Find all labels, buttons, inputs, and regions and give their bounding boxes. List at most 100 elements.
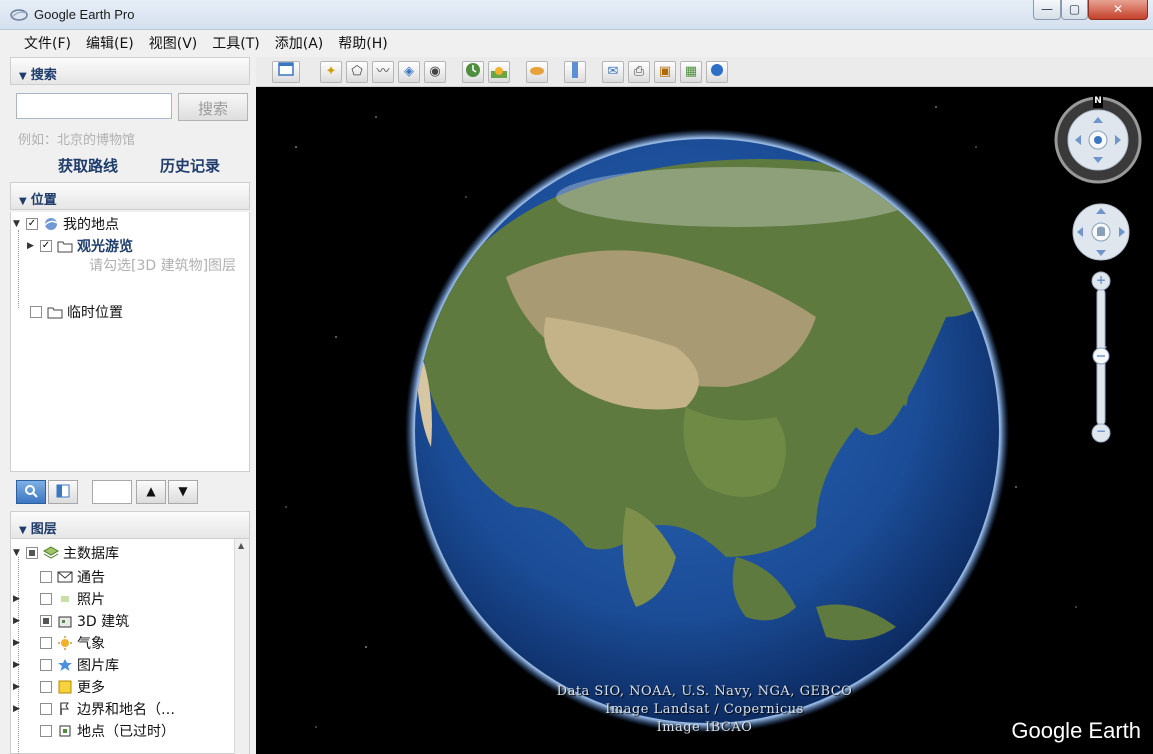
tree-row-sightseeing[interactable]: ▶ ✓ 观光游览 xyxy=(27,236,133,256)
add-polygon-button[interactable]: ⬠ xyxy=(346,61,368,83)
menu-help[interactable]: 帮助(H) xyxy=(334,33,398,53)
layer-row[interactable]: 地点（已过时） xyxy=(27,721,175,741)
checkbox-partial[interactable] xyxy=(26,547,38,559)
blank-field[interactable] xyxy=(92,480,132,504)
sunlight-button[interactable] xyxy=(488,61,510,83)
checkbox-partial[interactable] xyxy=(40,615,52,627)
add-image-overlay-button[interactable]: ◈ xyxy=(398,61,420,83)
expand-right-icon[interactable]: ▶ xyxy=(13,594,37,604)
earth-viewport[interactable]: Data SIO, NOAA, U.S. Navy, NGA, GEBCO Im… xyxy=(256,87,1153,754)
checkbox-unchecked[interactable] xyxy=(40,571,52,583)
checkbox-unchecked[interactable] xyxy=(40,725,52,737)
layer-row[interactable]: ▶ 3D 建筑 xyxy=(13,611,129,631)
scroll-up-icon[interactable]: ▲ xyxy=(238,541,244,550)
save-image-button[interactable]: ▣ xyxy=(654,61,676,83)
collapse-triangle-icon: ▼ xyxy=(19,71,27,82)
print-button[interactable]: ⎙ xyxy=(628,61,650,83)
database-layers-icon xyxy=(43,546,59,559)
zoom-out-button[interactable]: − xyxy=(1096,424,1106,438)
expand-down-icon[interactable]: ▼ xyxy=(13,219,23,229)
switch-planet-button[interactable] xyxy=(526,61,548,83)
checkbox-unchecked[interactable] xyxy=(40,703,52,715)
minimize-button[interactable]: — xyxy=(1033,0,1061,20)
search-input[interactable] xyxy=(16,93,172,119)
globe-render[interactable] xyxy=(256,87,1153,754)
menu-tools[interactable]: 工具(T) xyxy=(208,33,270,53)
close-button[interactable]: ✕ xyxy=(1088,0,1148,20)
add-path-button[interactable]: 〰 xyxy=(372,61,394,83)
history-link[interactable]: 历史记录 xyxy=(160,155,220,176)
expand-down-icon[interactable]: ▼ xyxy=(13,548,23,558)
checkbox-checked[interactable]: ✓ xyxy=(40,240,52,252)
checkbox-unchecked[interactable] xyxy=(40,637,52,649)
layer-label: 照片 xyxy=(77,592,105,608)
navigation-compass[interactable] xyxy=(1053,95,1143,185)
minimize-icon: — xyxy=(1041,2,1053,16)
north-indicator[interactable]: N xyxy=(1093,96,1103,108)
search-button[interactable]: 搜索 xyxy=(178,93,248,121)
layer-row[interactable]: 通告 xyxy=(27,567,105,587)
tree-row-primary-db[interactable]: ▼ 主数据库 xyxy=(13,543,119,563)
collapse-triangle-icon: ▼ xyxy=(19,196,27,207)
places-section-header[interactable]: ▼ 位置 xyxy=(10,182,250,210)
record-tour-button[interactable]: ◉ xyxy=(424,61,446,83)
menu-view[interactable]: 视图(V) xyxy=(145,33,209,53)
move-down-button[interactable]: ▼ xyxy=(168,480,198,504)
view-in-maps-button[interactable]: ▦ xyxy=(680,61,702,83)
menu-edit[interactable]: 编辑(E) xyxy=(82,33,145,53)
get-directions-link[interactable]: 获取路线 xyxy=(58,155,118,176)
places-header-label: 位置 xyxy=(30,193,57,208)
hand-icon xyxy=(1097,226,1105,236)
checkbox-checked[interactable]: ✓ xyxy=(26,218,38,230)
expand-right-icon[interactable]: ▶ xyxy=(13,704,37,714)
layers-scrollbar[interactable]: ▲ xyxy=(234,539,249,754)
expand-right-icon[interactable]: ▶ xyxy=(27,241,37,251)
add-placemark-button[interactable]: ✦ xyxy=(320,61,342,83)
panel-toggle-button[interactable] xyxy=(48,480,78,504)
google-earth-window: Google Earth Pro — ▢ ✕ 文件(F) 编辑(E) 视图(V)… xyxy=(0,0,1153,754)
checkbox-unchecked[interactable] xyxy=(40,659,52,671)
layer-row[interactable]: ▶ 更多 xyxy=(13,677,105,697)
earth-view-button[interactable] xyxy=(706,61,728,83)
checkbox-unchecked[interactable] xyxy=(40,681,52,693)
zoom-in-button[interactable]: + xyxy=(1096,273,1106,287)
layer-row[interactable]: ▶ 边界和地名（… xyxy=(13,699,175,719)
layers-section-header[interactable]: ▼ 图层 xyxy=(10,511,250,539)
expand-right-icon[interactable]: ▶ xyxy=(13,616,37,626)
layer-row[interactable]: ▶ 图片库 xyxy=(13,655,119,675)
expand-right-icon[interactable]: ▶ xyxy=(13,682,37,692)
look-control[interactable] xyxy=(1071,202,1131,262)
menu-add[interactable]: 添加(A) xyxy=(271,33,335,53)
toggle-sidebar-button[interactable] xyxy=(272,61,300,83)
search-places-button[interactable] xyxy=(16,480,46,504)
pushpin-icon: ✦ xyxy=(325,64,337,79)
email-button[interactable]: ✉ xyxy=(602,61,624,83)
ruler-button[interactable] xyxy=(564,61,586,83)
star-gallery-icon xyxy=(58,659,72,671)
search-section-header[interactable]: ▼ 搜索 xyxy=(10,57,250,85)
tree-row-my-places[interactable]: ▼ ✓ 我的地点 xyxy=(13,214,119,234)
expand-right-icon[interactable]: ▶ xyxy=(13,660,37,670)
folder-icon xyxy=(47,307,63,319)
historical-imagery-button[interactable] xyxy=(462,61,484,83)
layer-row[interactable]: ▶ 气象 xyxy=(13,633,105,653)
title-bar: Google Earth Pro — ▢ ✕ xyxy=(0,0,1153,30)
globe-icon xyxy=(711,64,723,76)
photo-icon xyxy=(61,596,69,602)
move-up-button[interactable]: ▲ xyxy=(136,480,166,504)
sun-icon xyxy=(58,636,72,650)
maximize-button[interactable]: ▢ xyxy=(1061,0,1088,20)
layer-row[interactable]: ▶ 照片 xyxy=(13,589,105,609)
sticky-note-icon xyxy=(58,680,72,694)
tree-row-temporary[interactable]: 临时位置 xyxy=(27,302,123,322)
clock-icon xyxy=(466,63,480,77)
layers-header-label: 图层 xyxy=(30,522,57,537)
checkbox-unchecked[interactable] xyxy=(30,306,42,318)
envelope-icon: ✉ xyxy=(607,64,619,79)
expand-right-icon[interactable]: ▶ xyxy=(13,638,37,648)
checkbox-unchecked[interactable] xyxy=(40,593,52,605)
zoom-slider[interactable] xyxy=(1091,271,1111,443)
panel-icon xyxy=(56,484,70,498)
menu-file[interactable]: 文件(F) xyxy=(20,33,82,53)
image-overlay-icon: ◈ xyxy=(404,64,414,79)
